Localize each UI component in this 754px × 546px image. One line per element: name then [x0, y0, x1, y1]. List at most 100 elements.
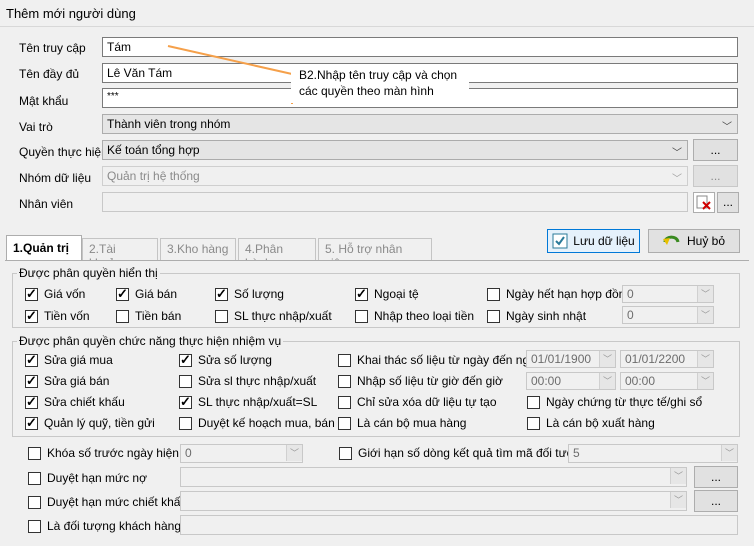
- checkbox[interactable]: [487, 309, 500, 323]
- chk-manage-funds[interactable]: Quản lý quỹ, tiền gửi: [25, 415, 155, 431]
- checkbox[interactable]: [355, 309, 368, 323]
- chk-birthday[interactable]: Ngày sinh nhật: [487, 309, 586, 323]
- contract-expiry-select[interactable]: 0 ﹀: [622, 285, 714, 303]
- checkbox[interactable]: [28, 471, 41, 485]
- chk-approve-debt-limit[interactable]: Duyệt hạn mức nợ: [28, 471, 147, 485]
- checkbox[interactable]: [215, 286, 228, 302]
- checkbox[interactable]: [25, 394, 38, 410]
- checkbox[interactable]: [28, 495, 41, 509]
- password-label: Mật khẩu: [19, 94, 69, 108]
- chk-input-by-currency[interactable]: Nhập theo loại tiền: [355, 309, 474, 323]
- clear-employee-button[interactable]: [693, 192, 715, 213]
- chk-shipping-officer[interactable]: Là cán bộ xuất hàng: [527, 416, 655, 430]
- checkbox-label: Giá bán: [135, 287, 178, 301]
- chk-actual-doc-date[interactable]: Ngày chứng từ thực tế/ghi sổ: [527, 395, 702, 409]
- chk-quantity[interactable]: Số lượng: [215, 286, 284, 302]
- checkbox-label: Ngày hết hạn hợp đồng: [506, 287, 632, 301]
- lock-days-select[interactable]: 0 ﹀: [180, 444, 303, 463]
- checkbox[interactable]: [179, 394, 192, 410]
- tab-warehouse[interactable]: 3.Kho hàng: [160, 238, 236, 260]
- discount-limit-browse-button[interactable]: ...: [694, 490, 738, 512]
- checkbox-label: Chỉ sửa xóa dữ liệu tự tạo: [357, 395, 497, 409]
- checkbox[interactable]: [179, 416, 192, 430]
- debt-limit-browse-button[interactable]: ...: [694, 466, 738, 488]
- tab-admin[interactable]: 1.Quản trị: [6, 235, 82, 261]
- chk-edit-own-data[interactable]: Chỉ sửa xóa dữ liệu tự tạo: [338, 395, 497, 409]
- chk-cost-price[interactable]: Giá vốn: [25, 286, 86, 302]
- chk-actual-qty-equals[interactable]: SL thực nhập/xuất=SL: [179, 394, 317, 410]
- customer-object-input[interactable]: [180, 515, 738, 535]
- chk-date-range[interactable]: Khai thác số liệu từ ngày đến ngày: [338, 353, 542, 367]
- chk-approve-plan[interactable]: Duyệt kế hoạch mua, bán: [179, 416, 335, 430]
- time-from-input[interactable]: 00:00 ﹀: [526, 372, 616, 390]
- chk-edit-sale-price[interactable]: Sửa giá bán: [25, 373, 109, 389]
- chk-row-limit[interactable]: Giới hạn số dòng kết quả tìm mã đối tượn…: [339, 446, 588, 460]
- time-to-input[interactable]: 00:00 ﹀: [620, 372, 714, 390]
- birthday-select[interactable]: 0 ﹀: [622, 306, 714, 324]
- checkbox[interactable]: [25, 415, 38, 431]
- checkbox[interactable]: [25, 286, 38, 302]
- checkbox[interactable]: [338, 374, 351, 388]
- chevron-down-icon: ﹀: [697, 373, 713, 389]
- chevron-down-icon: ﹀: [672, 174, 682, 185]
- save-icon: [552, 233, 568, 249]
- date-from-input[interactable]: 01/01/1900 ﹀: [526, 350, 616, 368]
- chk-actual-qty[interactable]: SL thực nhập/xuất: [215, 309, 332, 323]
- chk-edit-actual-qty[interactable]: Sửa sl thực nhập/xuất: [179, 374, 316, 388]
- chk-approve-discount-limit[interactable]: Duyệt hạn mức chiết khấu: [28, 495, 187, 509]
- chk-edit-purchase-price[interactable]: Sửa giá mua: [25, 352, 113, 368]
- debt-limit-select[interactable]: ﹀: [180, 467, 687, 487]
- chk-purchasing-officer[interactable]: Là cán bộ mua hàng: [338, 416, 466, 430]
- checkbox[interactable]: [28, 519, 41, 533]
- checkbox[interactable]: [487, 287, 500, 301]
- chk-sale-price[interactable]: Giá bán: [116, 286, 178, 302]
- checkbox[interactable]: [215, 309, 228, 323]
- checkbox[interactable]: [338, 353, 351, 367]
- chk-time-range[interactable]: Nhập số liệu từ giờ đến giờ: [338, 374, 503, 388]
- row-limit-select[interactable]: 5 ﹀: [568, 444, 738, 463]
- chk-foreign-currency[interactable]: Ngoại tệ: [355, 286, 419, 302]
- tab-division[interactable]: 4.Phân hành: [238, 238, 316, 270]
- data-group-browse-button[interactable]: ...: [693, 165, 738, 187]
- chk-edit-discount[interactable]: Sửa chiết khấu: [25, 394, 125, 410]
- chk-contract-expiry[interactable]: Ngày hết hạn hợp đồng: [487, 287, 632, 301]
- checkbox[interactable]: [179, 374, 192, 388]
- checkbox[interactable]: [116, 309, 129, 323]
- permission-browse-button[interactable]: ...: [693, 139, 738, 161]
- data-group-select[interactable]: Quản trị hệ thống ﹀: [102, 166, 688, 186]
- tab-account[interactable]: 2.Tài khoản: [82, 238, 158, 270]
- employee-input[interactable]: [102, 192, 688, 212]
- checkbox[interactable]: [116, 286, 129, 302]
- chk-sale-amount[interactable]: Tiền bán: [116, 309, 181, 323]
- save-button[interactable]: Lưu dữ liệu: [547, 229, 640, 253]
- chk-lock-before-today[interactable]: Khóa số trước ngày hiện tại: [28, 446, 195, 460]
- checkbox[interactable]: [179, 352, 192, 368]
- display-group-title: Được phân quyền hiển thị: [17, 266, 160, 280]
- checkbox[interactable]: [25, 308, 38, 324]
- checkbox[interactable]: [338, 395, 351, 409]
- checkbox-label: Duyệt hạn mức nợ: [47, 471, 147, 485]
- checkbox[interactable]: [338, 416, 351, 430]
- checkbox[interactable]: [355, 286, 368, 302]
- checkbox[interactable]: [339, 446, 352, 460]
- chk-cost-amount[interactable]: Tiền vốn: [25, 308, 90, 324]
- discount-limit-select[interactable]: ﹀: [180, 491, 687, 511]
- cancel-button[interactable]: Huỷ bỏ: [648, 229, 740, 253]
- role-select[interactable]: Thành viên trong nhóm ﹀: [102, 114, 738, 134]
- date-to-input[interactable]: 01/01/2200 ﹀: [620, 350, 714, 368]
- checkbox[interactable]: [28, 446, 41, 460]
- employee-label: Nhân viên: [19, 197, 74, 211]
- checkbox[interactable]: [25, 352, 38, 368]
- checkbox[interactable]: [527, 395, 540, 409]
- select-value: 0: [627, 287, 634, 301]
- permission-select[interactable]: Kế toán tổng hợp ﹀: [102, 140, 688, 160]
- tab-staff-support[interactable]: 5. Hỗ trợ nhân viên: [318, 238, 432, 270]
- chk-customer-object[interactable]: Là đối tượng khách hàng: [28, 519, 181, 533]
- checkbox[interactable]: [25, 373, 38, 389]
- checkbox-label: Ngày chứng từ thực tế/ghi sổ: [546, 395, 703, 409]
- checkbox-label: Giá vốn: [44, 287, 86, 301]
- chevron-down-icon: ﹀: [670, 492, 686, 508]
- employee-browse-button[interactable]: ...: [717, 192, 739, 213]
- checkbox[interactable]: [527, 416, 540, 430]
- chk-edit-quantity[interactable]: Sửa số lượng: [179, 352, 272, 368]
